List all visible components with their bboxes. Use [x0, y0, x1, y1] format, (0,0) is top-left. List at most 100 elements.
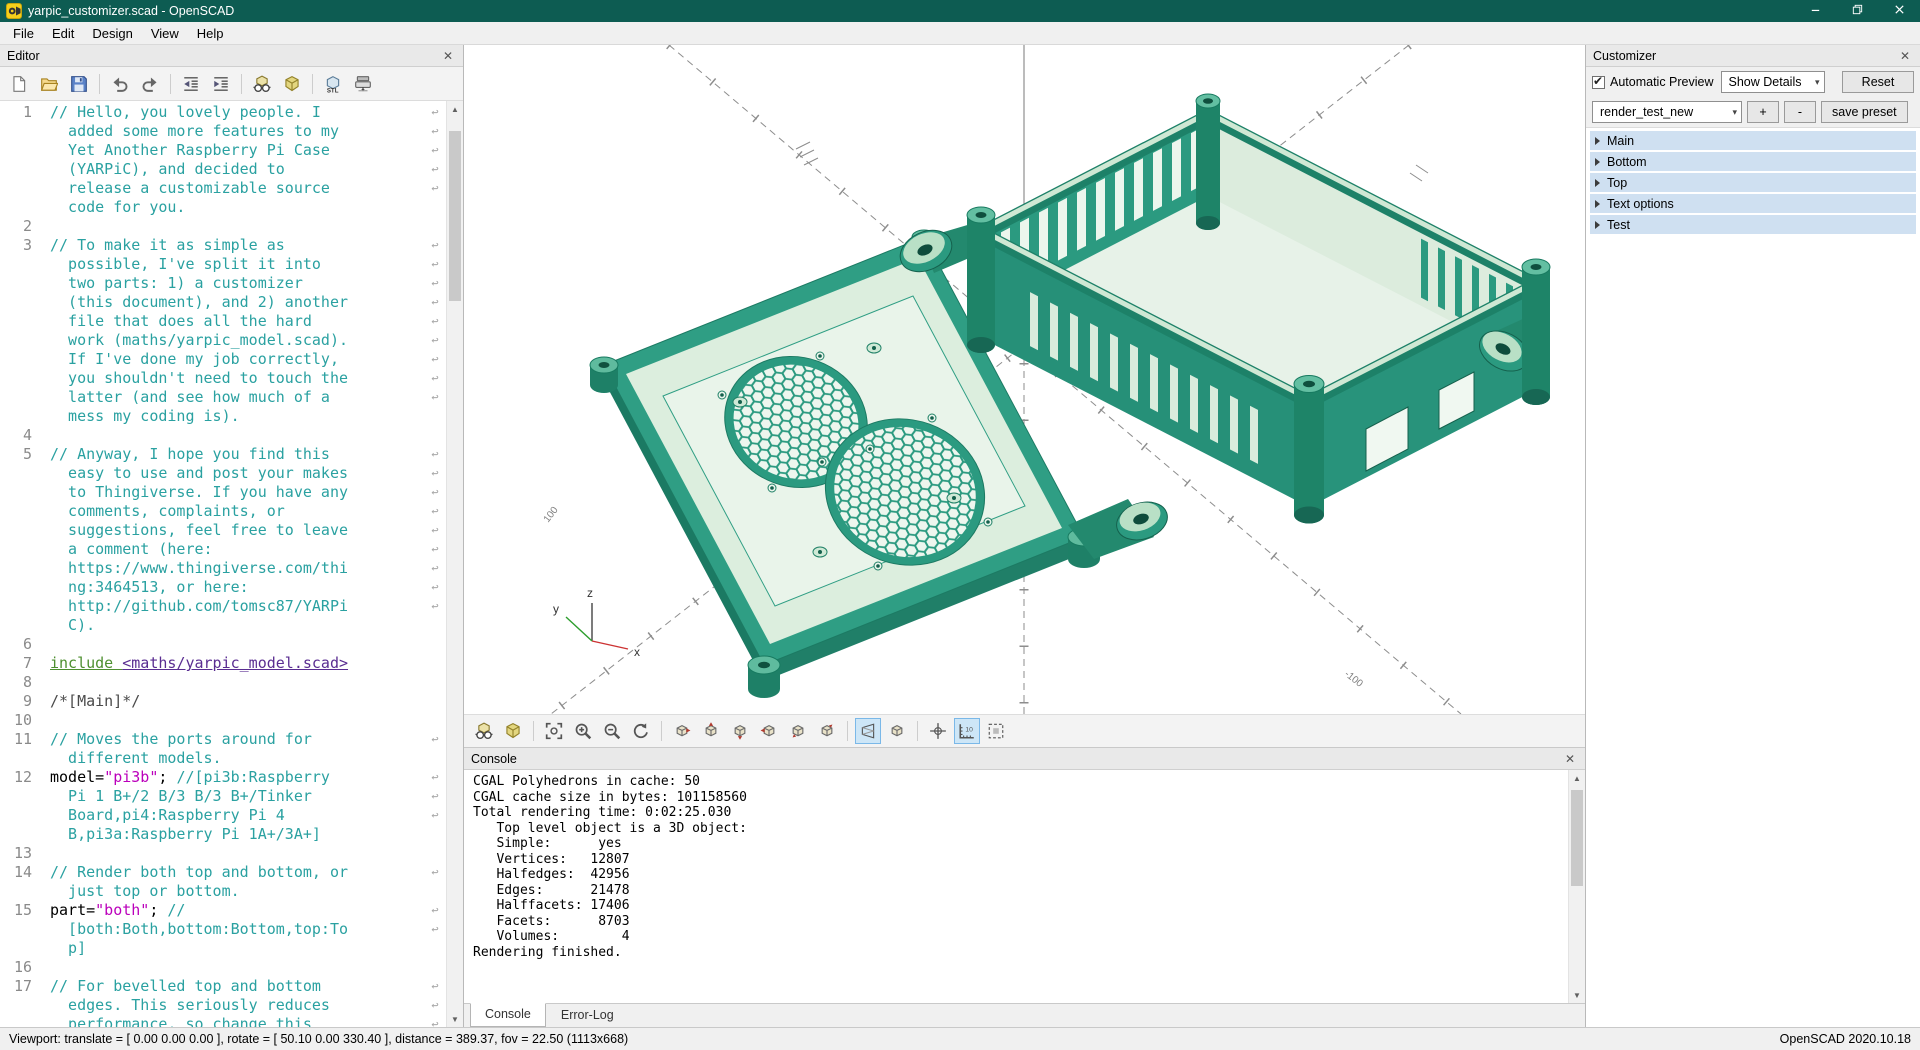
reset-view-button[interactable] — [628, 718, 654, 744]
code-editor[interactable]: 1// Hello, you lovely people. I added so… — [0, 101, 463, 1027]
editor-close-icon[interactable]: ✕ — [440, 48, 456, 64]
tab-error-log[interactable]: Error-Log — [546, 1004, 629, 1027]
add-preset-button[interactable]: + — [1747, 101, 1779, 123]
view-all-button[interactable] — [983, 718, 1009, 744]
details-dropdown-value: Show Details — [1729, 75, 1802, 89]
menu-edit[interactable]: Edit — [43, 23, 83, 44]
code-segment: ; — [149, 901, 167, 919]
view-front-button[interactable] — [785, 718, 811, 744]
view-render-button[interactable] — [500, 718, 526, 744]
scroll-down-icon[interactable]: ▼ — [447, 1011, 463, 1027]
code-line[interactable]: 13 — [0, 844, 446, 863]
perspective-button[interactable] — [855, 718, 881, 744]
code-line[interactable]: 1// Hello, you lovely people. I added so… — [0, 103, 446, 217]
cube-bottom-icon — [731, 722, 749, 740]
zoom-out-button[interactable] — [599, 718, 625, 744]
code-line[interactable]: 11// Moves the ports around for differen… — [0, 730, 446, 768]
scroll-up-icon[interactable]: ▲ — [1569, 770, 1585, 786]
automatic-preview-checkbox[interactable] — [1592, 76, 1605, 89]
undo-button[interactable] — [106, 70, 134, 98]
new-button[interactable] — [5, 70, 33, 98]
customizer-groups: Main Bottom Top Text options Test — [1586, 127, 1920, 1027]
remove-preset-button[interactable]: - — [1784, 101, 1816, 123]
code-line[interactable]: 17// For bevelled top and bottom edges. … — [0, 977, 446, 1027]
code-line[interactable]: 6 — [0, 635, 446, 654]
group-row-test[interactable]: Test — [1590, 215, 1916, 234]
indent-button[interactable] — [207, 70, 235, 98]
3d-viewport[interactable]: 100 -100 — [464, 45, 1585, 714]
code-line[interactable]: 4 — [0, 426, 446, 445]
export-stl-button[interactable]: STL — [319, 70, 347, 98]
menu-view[interactable]: View — [142, 23, 188, 44]
editor-scroll-thumb[interactable] — [449, 131, 461, 301]
console-scroll-thumb[interactable] — [1571, 790, 1583, 886]
menu-help[interactable]: Help — [188, 23, 233, 44]
code-line[interactable]: 5// Anyway, I hope you find this easy to… — [0, 445, 446, 635]
view-left-button[interactable] — [756, 718, 782, 744]
code-line[interactable]: 10 — [0, 711, 446, 730]
window-title: yarpic_customizer.scad - OpenSCAD — [28, 4, 234, 18]
view-preview-button[interactable] — [471, 718, 497, 744]
reset-button[interactable]: Reset — [1842, 71, 1914, 93]
view-top-button[interactable] — [698, 718, 724, 744]
code-line[interactable]: 9/*[Main]*/ — [0, 692, 446, 711]
wrap-flag-icon: ↩ — [424, 483, 446, 502]
code-line[interactable]: 16 — [0, 958, 446, 977]
code-segment: model= — [50, 768, 104, 786]
orthogonal-button[interactable] — [884, 718, 910, 744]
save-button[interactable] — [65, 70, 93, 98]
view-right-button[interactable] — [669, 718, 695, 744]
code-line[interactable]: 12model="pi3b"; //[pi3b:Raspberry Pi 1 B… — [0, 768, 446, 844]
tab-console[interactable]: Console — [470, 1003, 546, 1027]
editor-scroll-track[interactable] — [447, 117, 463, 1011]
code-text: // Hello, you lovely people. I added som… — [50, 103, 352, 217]
zoom-in-button[interactable] — [570, 718, 596, 744]
scroll-down-icon[interactable]: ▼ — [1569, 987, 1585, 1003]
code-text: // To make it as simple as possible, I'v… — [50, 236, 352, 426]
show-crosshairs-button[interactable] — [925, 718, 951, 744]
group-row-text-options[interactable]: Text options — [1590, 194, 1916, 213]
unindent-button[interactable] — [177, 70, 205, 98]
editor-scrollbar[interactable]: ▲ ▼ — [446, 101, 463, 1027]
group-row-top[interactable]: Top — [1590, 173, 1916, 192]
maximize-button[interactable] — [1836, 0, 1878, 22]
code-line[interactable]: 8 — [0, 673, 446, 692]
code-line[interactable]: 2 — [0, 217, 446, 236]
close-button[interactable] — [1878, 0, 1920, 22]
print-button[interactable] — [349, 70, 377, 98]
minimize-button[interactable] — [1794, 0, 1836, 22]
perspective-icon — [859, 722, 877, 740]
console-scroll-track[interactable] — [1569, 786, 1585, 987]
wrap-markers: ↩↩↩↩↩↩↩↩↩ — [424, 445, 446, 616]
menu-file[interactable]: File — [4, 23, 43, 44]
open-button[interactable] — [35, 70, 63, 98]
wrap-flag-icon: ↩ — [424, 521, 446, 540]
wrap-flag-icon: ↩ — [424, 901, 446, 920]
zoom-in-icon — [574, 722, 592, 740]
scroll-up-icon[interactable]: ▲ — [447, 101, 463, 117]
menu-design[interactable]: Design — [83, 23, 141, 44]
show-scale-markers-button[interactable]: 10 — [954, 718, 980, 744]
group-row-bottom[interactable]: Bottom — [1590, 152, 1916, 171]
code-line[interactable]: 3// To make it as simple as possible, I'… — [0, 236, 446, 426]
console-scrollbar[interactable]: ▲ ▼ — [1568, 770, 1585, 1003]
preview-button[interactable] — [248, 70, 276, 98]
view-bottom-button[interactable] — [727, 718, 753, 744]
view-back-button[interactable] — [814, 718, 840, 744]
code-line[interactable]: 14// Render both top and bottom, or just… — [0, 863, 446, 901]
editor-toolbar: STL — [0, 67, 463, 101]
render-button[interactable] — [278, 70, 306, 98]
details-dropdown[interactable]: Show Details ▾ — [1721, 71, 1825, 93]
preset-combobox[interactable]: render_test_new ▾ — [1592, 101, 1742, 123]
zoom-all-button[interactable] — [541, 718, 567, 744]
code-line[interactable]: 7include <maths/yarpic_model.scad> — [0, 654, 446, 673]
save-preset-button[interactable]: save preset — [1821, 101, 1908, 123]
wrap-flag-icon: ↩ — [424, 787, 446, 806]
console-close-icon[interactable]: ✕ — [1562, 751, 1578, 767]
redo-button[interactable] — [136, 70, 164, 98]
code-line[interactable]: 15part="both"; // [both:Both,bottom:Bott… — [0, 901, 446, 958]
svg-text:STL: STL — [327, 87, 339, 93]
chevron-right-icon — [1595, 158, 1600, 166]
group-row-main[interactable]: Main — [1590, 131, 1916, 150]
customizer-close-icon[interactable]: ✕ — [1897, 48, 1913, 64]
